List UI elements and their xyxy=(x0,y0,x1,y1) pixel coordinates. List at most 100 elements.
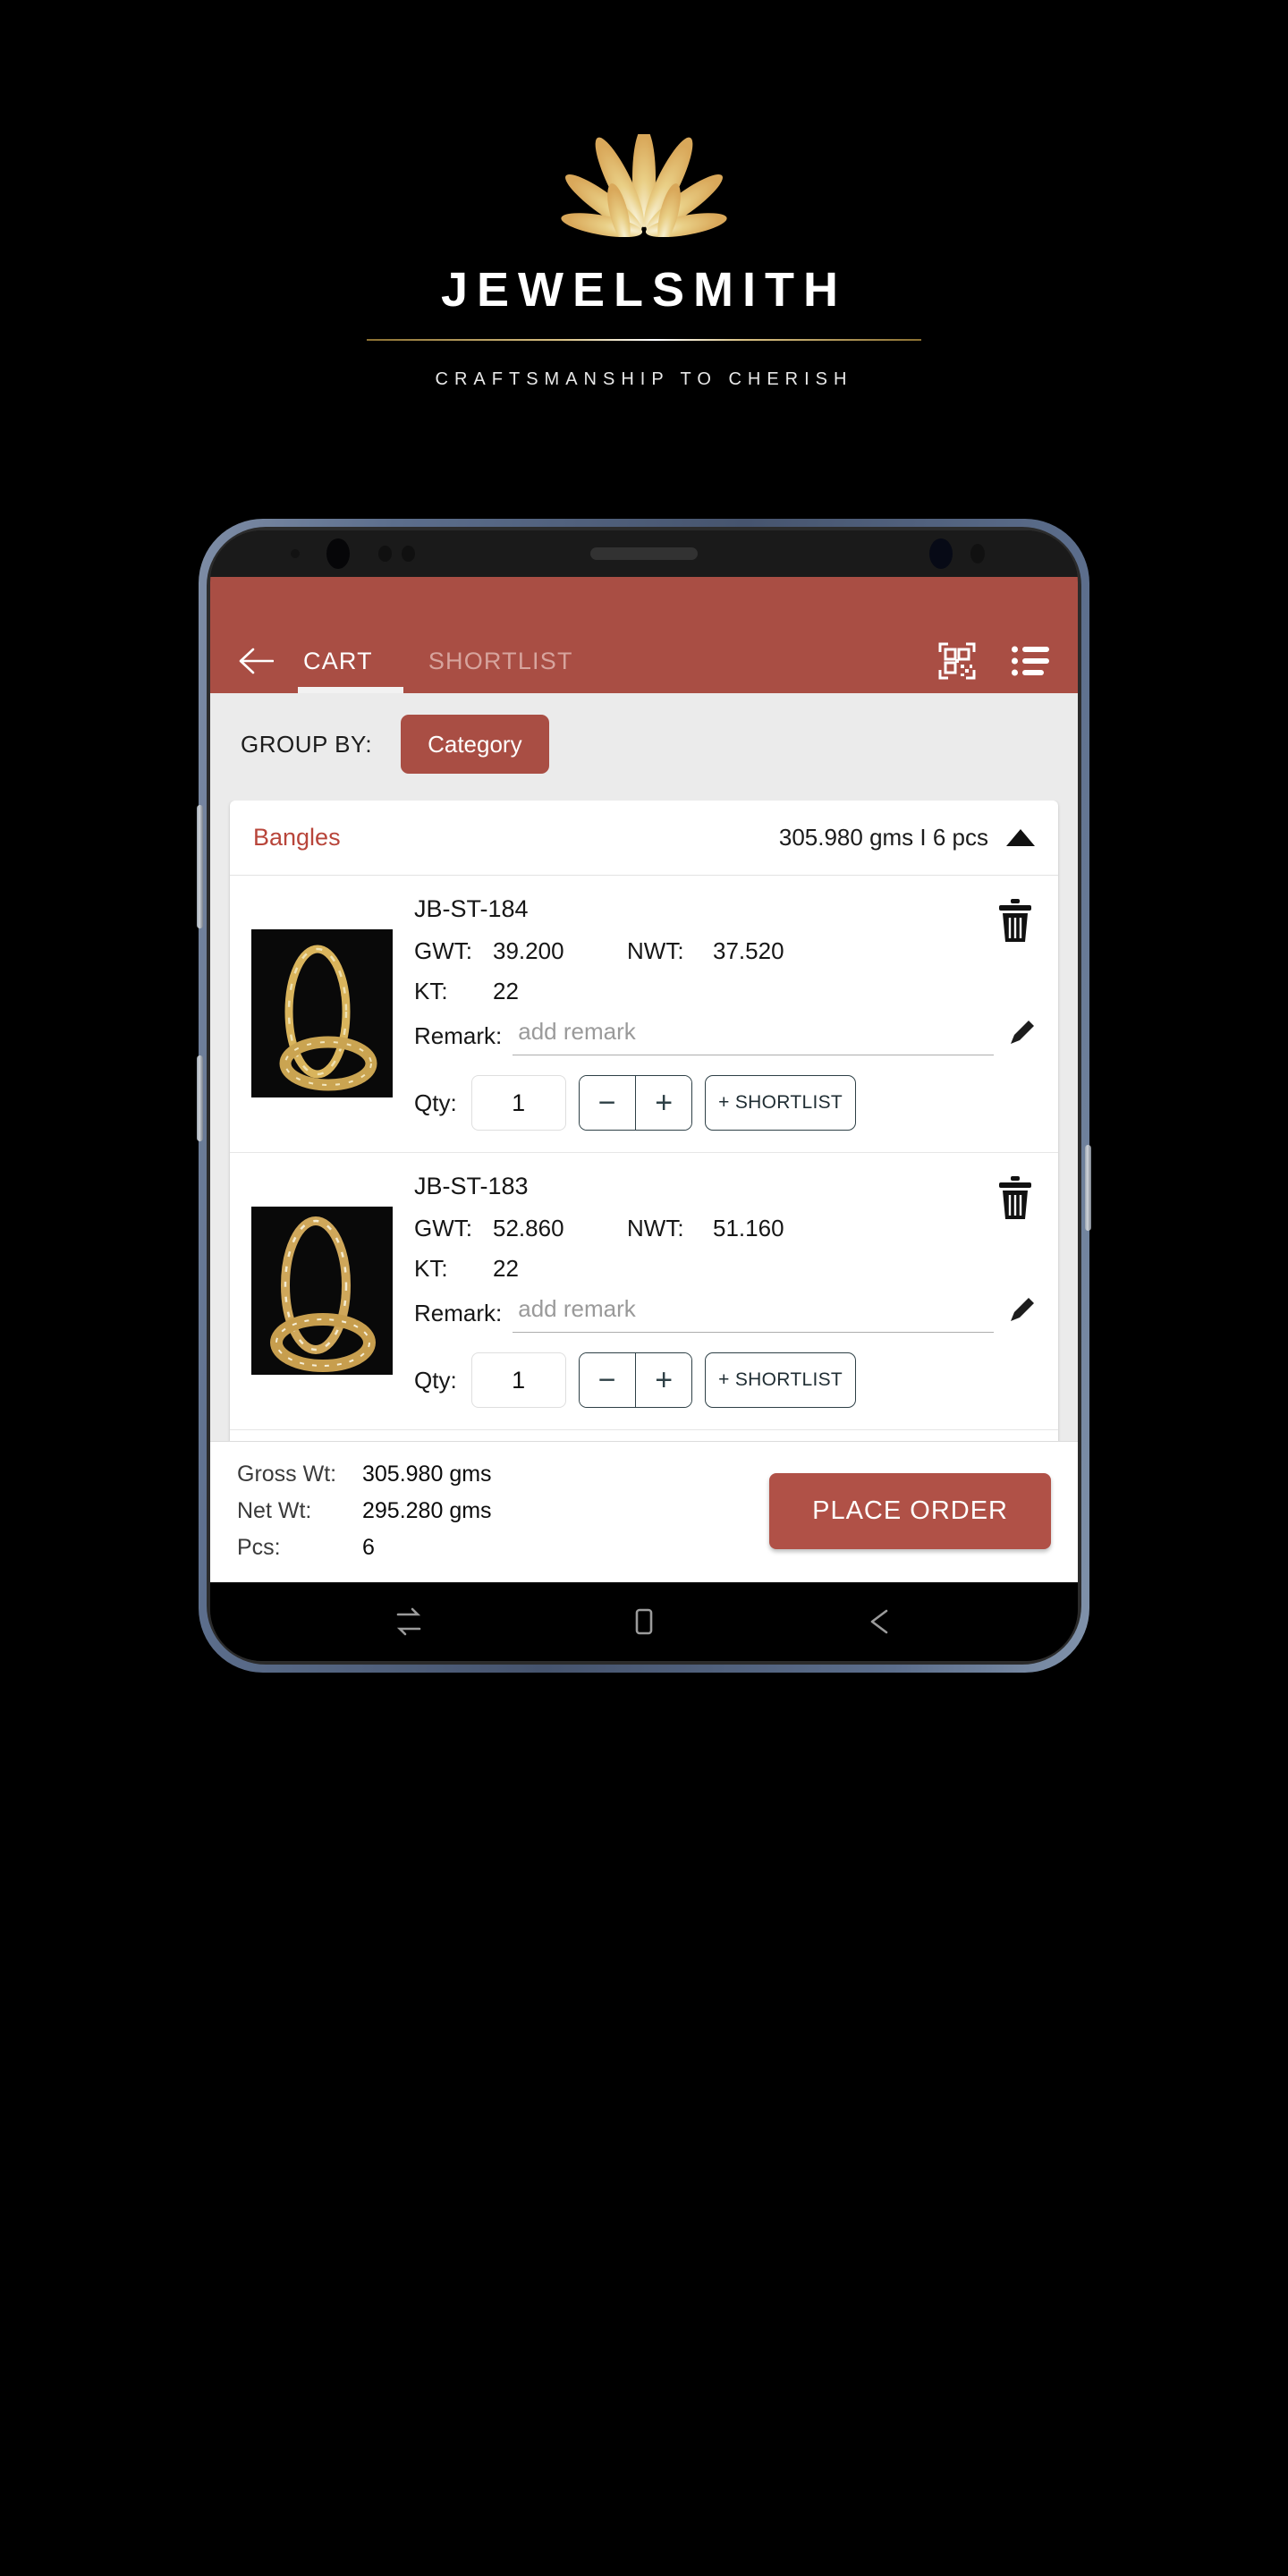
back-icon[interactable] xyxy=(861,1604,897,1640)
cart-item-row: JB-ST-183 GWT: 52.860 NWT: 51.160 KT: 22 xyxy=(230,1153,1058,1430)
group-header[interactable]: Bangles 305.980 gms I 6 pcs xyxy=(230,801,1058,876)
list-view-button[interactable] xyxy=(1006,637,1055,685)
header-actions xyxy=(933,637,1055,685)
gross-weight-label: Gross Wt: xyxy=(237,1462,337,1487)
cart-item-details: JB-ST-184 GWT: 39.200 NWT: 37.520 KT: 22 xyxy=(393,895,1037,1131)
pcs-label: Pcs: xyxy=(237,1535,281,1560)
kt-value: 22 xyxy=(493,1255,519,1282)
cart-summary-bar: Gross Wt: 305.980 gms Net Wt: 295.280 gm… xyxy=(210,1441,1078,1582)
proximity-sensor-icon xyxy=(378,546,392,562)
tab-shortlist[interactable]: SHORTLIST xyxy=(421,648,580,675)
nwt-value: 37.520 xyxy=(713,937,784,964)
add-to-shortlist-button[interactable]: + SHORTLIST xyxy=(705,1352,857,1408)
brand-divider xyxy=(367,339,921,341)
qty-increment-button[interactable]: + xyxy=(636,1353,692,1407)
qr-scan-icon xyxy=(938,642,976,680)
phone-top-sensors xyxy=(210,530,1078,577)
brand-tagline: CRAFTSMANSHIP TO CHERISH xyxy=(435,369,853,389)
product-sku: JB-ST-184 xyxy=(414,895,529,922)
product-sku: JB-ST-183 xyxy=(414,1173,529,1199)
tab-cart[interactable]: CART xyxy=(296,648,380,675)
remark-input[interactable]: add remark xyxy=(513,1018,994,1055)
nwt-label: NWT: xyxy=(627,1215,684,1241)
net-weight-value: 295.280 gms xyxy=(362,1498,492,1523)
pencil-icon[interactable] xyxy=(1006,1295,1037,1326)
remark-placeholder: add remark xyxy=(518,1295,636,1322)
qty-label: Qty: xyxy=(414,1366,457,1394)
earpiece-speaker xyxy=(590,547,698,560)
volume-button[interactable] xyxy=(197,805,203,928)
net-weight-label: Net Wt: xyxy=(237,1498,312,1523)
karat-row: KT: 22 xyxy=(414,978,1037,1005)
bangles-group-card: Bangles 305.980 gms I 6 pcs JB-ST-184 GW… xyxy=(230,801,1058,1441)
active-tab-indicator xyxy=(298,687,403,693)
qty-decrement-button[interactable]: − xyxy=(579,1076,635,1130)
phone-mockup: CART SHORTLIST GROUP BY: Category Bangle… xyxy=(197,519,1091,1673)
bixby-button[interactable] xyxy=(197,1055,203,1141)
gross-weight-value: 305.980 gms xyxy=(362,1462,492,1487)
trash-icon[interactable] xyxy=(996,1176,1035,1221)
pencil-icon[interactable] xyxy=(1006,1018,1037,1048)
group-by-category-chip[interactable]: Category xyxy=(401,715,549,774)
qty-decrement-button[interactable]: − xyxy=(579,1353,635,1407)
qty-stepper: − + xyxy=(578,1075,693,1131)
nwt-label: NWT: xyxy=(627,937,684,964)
power-button[interactable] xyxy=(1085,1145,1091,1231)
light-sensor-icon xyxy=(402,546,415,562)
remark-input[interactable]: add remark xyxy=(513,1295,994,1333)
remark-label: Remark: xyxy=(414,1022,503,1049)
back-button[interactable] xyxy=(232,637,280,685)
sensor-dot-icon xyxy=(291,549,300,558)
gwt-value: 39.200 xyxy=(493,937,564,964)
product-thumbnail[interactable] xyxy=(251,1206,393,1375)
qty-value-input[interactable]: 1 xyxy=(470,1352,566,1408)
karat-row: KT: 22 xyxy=(414,1255,1037,1283)
lotus-flower-icon xyxy=(561,134,727,237)
add-to-shortlist-button[interactable]: + SHORTLIST xyxy=(705,1075,857,1131)
app-header: CART SHORTLIST xyxy=(210,577,1078,693)
brand-block: JEWELSMITH CRAFTSMANSHIP TO CHERISH xyxy=(0,0,1288,390)
remark-placeholder: add remark xyxy=(518,1018,636,1045)
gwt-label: GWT: xyxy=(414,937,472,964)
bangle-photo-icon xyxy=(251,1206,393,1375)
qty-increment-button[interactable]: + xyxy=(636,1076,692,1130)
recent-apps-icon[interactable] xyxy=(391,1604,427,1640)
group-by-bar: GROUP BY: Category xyxy=(210,693,1078,801)
product-thumbnail[interactable] xyxy=(251,928,393,1097)
quantity-row: Qty: 1 − + + SHORTLIST xyxy=(414,1352,1037,1408)
group-title: Bangles xyxy=(253,824,341,851)
summary-totals: Gross Wt: 305.980 gms Net Wt: 295.280 gm… xyxy=(237,1462,492,1561)
led-indicator-icon xyxy=(970,544,985,564)
remark-label: Remark: xyxy=(414,1300,503,1326)
gwt-label: GWT: xyxy=(414,1215,472,1241)
home-icon[interactable] xyxy=(626,1604,662,1640)
weight-row: GWT: 52.860 NWT: 51.160 xyxy=(414,1215,1037,1242)
front-camera-icon xyxy=(326,538,350,569)
remark-row: Remark: add remark xyxy=(414,1295,1037,1333)
back-arrow-icon xyxy=(239,648,274,674)
nwt-value: 51.160 xyxy=(713,1215,784,1241)
pcs-line: Pcs: 6 xyxy=(237,1535,492,1561)
quantity-row: Qty: 1 − + + SHORTLIST xyxy=(414,1075,1037,1131)
group-totals: 305.980 gms I 6 pcs xyxy=(778,824,988,851)
android-nav-bar xyxy=(210,1582,1078,1661)
weight-row: GWT: 39.200 NWT: 37.520 xyxy=(414,937,1037,965)
header-tabs: CART SHORTLIST xyxy=(296,648,933,675)
kt-value: 22 xyxy=(493,978,519,1004)
net-weight-line: Net Wt: 295.280 gms xyxy=(237,1498,492,1524)
kt-label: KT: xyxy=(414,1255,448,1282)
caret-up-icon[interactable] xyxy=(1006,829,1035,846)
bangle-photo-icon xyxy=(251,928,393,1097)
place-order-button[interactable]: PLACE ORDER xyxy=(769,1473,1051,1549)
qty-value-input[interactable]: 1 xyxy=(470,1075,566,1131)
qr-scan-button[interactable] xyxy=(933,637,981,685)
gross-weight-line: Gross Wt: 305.980 gms xyxy=(237,1462,492,1487)
qty-stepper: − + xyxy=(578,1352,693,1408)
phone-screen: CART SHORTLIST GROUP BY: Category Bangle… xyxy=(210,530,1078,1661)
kt-label: KT: xyxy=(414,978,448,1004)
trash-icon[interactable] xyxy=(996,899,1035,944)
pcs-value: 6 xyxy=(362,1535,375,1560)
brand-name: JEWELSMITH xyxy=(440,263,847,317)
list-icon xyxy=(1012,646,1049,676)
cart-scroll-area[interactable]: Bangles 305.980 gms I 6 pcs JB-ST-184 GW… xyxy=(210,801,1078,1441)
